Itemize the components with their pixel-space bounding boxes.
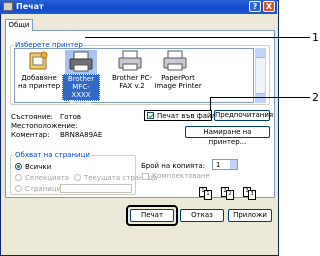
callout-label-2: 2 (312, 91, 319, 104)
window-title: Печат (16, 2, 44, 11)
callout-line-1 (85, 37, 310, 38)
comment-value: BRN8A89AE (60, 131, 103, 139)
preferences-button[interactable]: Предпочитания (214, 110, 273, 121)
comment-label: Коментар: (11, 131, 50, 139)
location-label: Местоположение: (11, 122, 78, 130)
radio-selection[interactable] (15, 174, 22, 181)
status-label: Състояние: (11, 113, 54, 121)
copies-spinner-icon[interactable] (230, 160, 237, 169)
printer-item-add[interactable]: Добавяне на принтер (17, 50, 61, 100)
page-range-legend: Обхват на страници (14, 151, 91, 159)
printer-item-label: PaperPort Image Printer (154, 74, 202, 90)
close-button[interactable]: X (263, 1, 275, 12)
callout-label-1: 1 (312, 31, 319, 44)
callout-line-2 (210, 97, 310, 98)
print-button[interactable]: Печат (130, 209, 174, 222)
title-bar: Печат ? X (0, 0, 277, 14)
printer-icon (69, 51, 93, 72)
collate-page-icon: 3 (248, 190, 256, 200)
printer-item-label: Brother PC-FAX v.2 (111, 74, 153, 90)
fax-printer-icon (118, 50, 142, 71)
tab-general[interactable]: Общи (5, 19, 33, 31)
add-printer-icon (29, 51, 48, 70)
printer-item-label: Добавяне на принтер (17, 74, 61, 90)
printer-title-icon (3, 2, 13, 11)
collate-checkbox[interactable] (142, 173, 149, 180)
printer-item-pc-fax[interactable]: Brother PC-FAX v.2 (110, 50, 152, 100)
pages-input[interactable] (60, 184, 132, 193)
callout-line-2-vertical (210, 97, 211, 110)
scroll-up-arrow-icon[interactable] (256, 49, 265, 58)
cancel-button[interactable]: Отказ (180, 209, 224, 222)
radio-all-label[interactable]: Всички (25, 163, 51, 171)
collate-page-icon: 1 (204, 190, 212, 200)
checkmark-icon (148, 114, 154, 119)
collate-label[interactable]: Комплектоване (152, 172, 210, 180)
radio-pages[interactable] (15, 185, 22, 192)
collate-page-icon: 2 (226, 190, 234, 200)
radio-selection-label[interactable]: Селекцията (25, 174, 69, 182)
printer-item-label: Brother MFC-XXXX Printer (62, 74, 100, 107)
collate-illustration-icon: 1 1 2 2 3 3 (199, 185, 261, 201)
help-button[interactable]: ? (249, 1, 261, 12)
copies-value: 1 (216, 161, 221, 169)
find-printer-button[interactable]: Намиране на принтер... (185, 126, 270, 146)
radio-all[interactable] (15, 163, 22, 170)
printer-icon (163, 50, 187, 71)
apply-button[interactable]: Приложи (228, 209, 272, 222)
printer-item-paperport[interactable]: PaperPort Image Printer (153, 50, 202, 100)
copies-input[interactable]: 1 (212, 159, 238, 170)
print-to-file-label[interactable]: Печат във файл (157, 112, 216, 120)
status-value: Готов (60, 113, 82, 121)
radio-current-page[interactable] (74, 174, 81, 181)
printer-item-brother-mfc[interactable]: Brother MFC-XXXX Printer (62, 50, 100, 107)
radio-pages-label[interactable]: Страници: (25, 185, 64, 193)
print-to-file-checkbox[interactable] (147, 112, 154, 119)
radio-dot-icon (17, 165, 20, 168)
copies-label: Брой на копията: (141, 162, 205, 170)
printer-list-scrollbar[interactable] (255, 48, 266, 103)
